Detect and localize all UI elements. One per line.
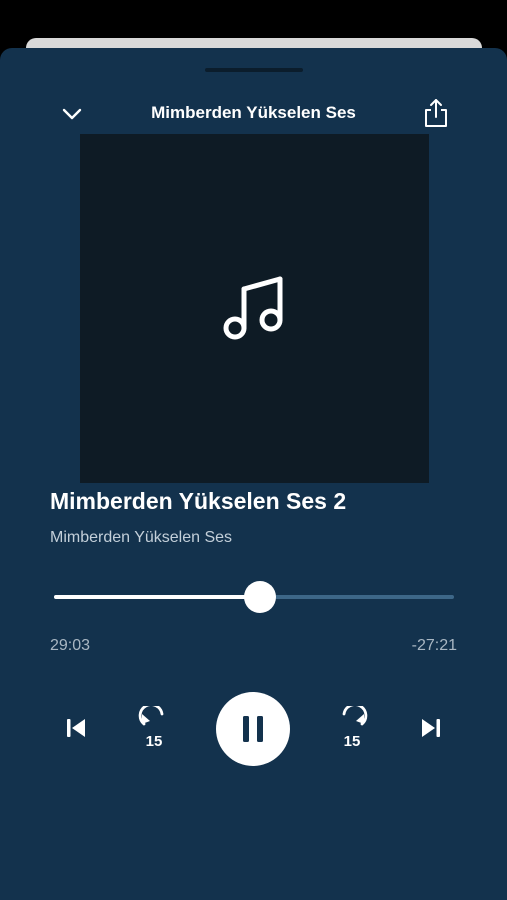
collapse-button[interactable] xyxy=(58,100,86,128)
album-artwork xyxy=(80,134,429,483)
next-track-icon xyxy=(422,719,440,737)
skip-back-button[interactable]: 15 xyxy=(134,706,174,750)
track-title: Mimberden Yükselen Ses 2 xyxy=(50,488,347,514)
chevron-down-icon xyxy=(62,108,82,120)
seek-thumb[interactable] xyxy=(244,581,276,613)
pause-button[interactable] xyxy=(216,692,290,766)
next-track-button[interactable] xyxy=(413,710,449,746)
skip-forward-15-icon xyxy=(342,706,368,726)
share-icon xyxy=(425,99,447,127)
track-artist[interactable]: Mimberden Yükselen Ses xyxy=(50,529,232,547)
playback-controls: 15 15 xyxy=(0,688,507,768)
now-playing-sheet: Mimberden Yükselen Ses Mimberden Yüksele… xyxy=(0,48,507,900)
skip-forward-button[interactable]: 15 xyxy=(332,706,372,750)
header-title: Mimberden Yükselen Ses xyxy=(151,103,356,122)
seek-slider[interactable] xyxy=(54,581,454,613)
skip-back-seconds: 15 xyxy=(145,733,163,750)
sheet-grabber[interactable] xyxy=(205,68,303,72)
remaining-time: -27:21 xyxy=(411,637,457,654)
share-button[interactable] xyxy=(420,96,452,130)
skip-back-15-icon xyxy=(138,706,164,726)
elapsed-time: 29:03 xyxy=(50,637,91,654)
previous-track-button[interactable] xyxy=(58,710,94,746)
previous-track-icon xyxy=(67,719,85,737)
seek-progress xyxy=(54,595,260,599)
pause-icon xyxy=(243,716,263,742)
music-note-icon xyxy=(223,276,282,339)
skip-forward-seconds: 15 xyxy=(343,733,361,750)
